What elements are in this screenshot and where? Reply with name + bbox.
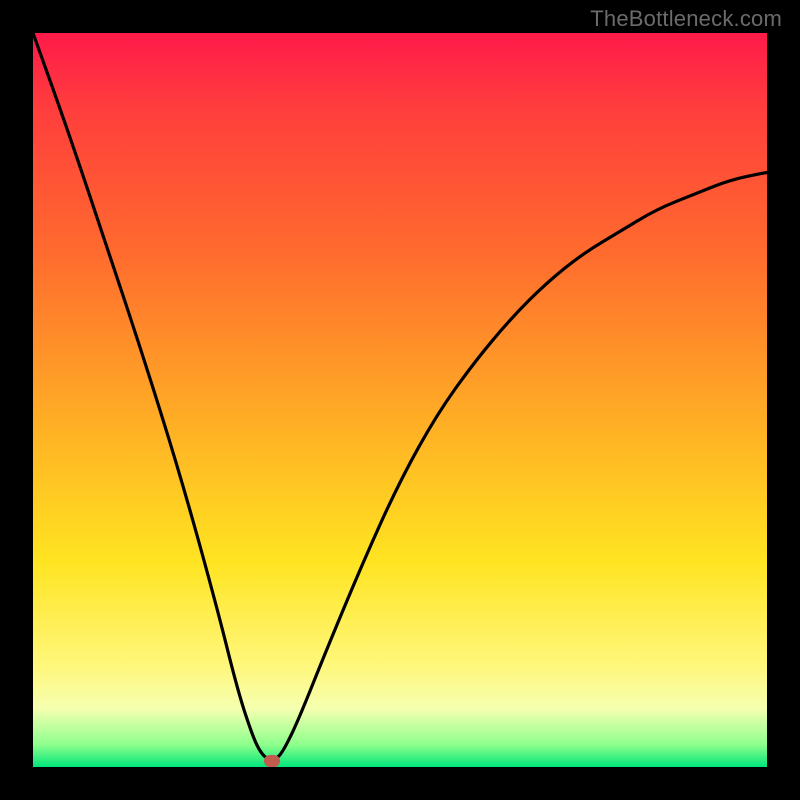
plot-area: [33, 33, 767, 767]
curve-svg: [33, 33, 767, 767]
attribution-text: TheBottleneck.com: [590, 6, 782, 32]
outer-frame: TheBottleneck.com: [0, 0, 800, 800]
optimum-marker: [264, 755, 280, 767]
bottleneck-curve: [33, 33, 767, 760]
